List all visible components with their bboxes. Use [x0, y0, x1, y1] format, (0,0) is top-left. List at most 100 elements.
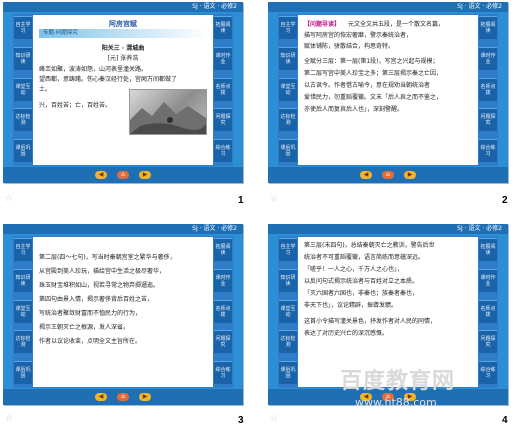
section-band: 专题·问题探究: [39, 29, 207, 38]
sidebar-button[interactable]: 课堂互动: [279, 299, 297, 323]
slide-thumbnail-1[interactable]: SJ · 语文 · 必修2 自主学习 知识研读 课堂互动 达标检测 课后巩固 拓…: [3, 2, 243, 183]
sidebar-button[interactable]: 自主学习: [14, 16, 32, 39]
text-line: 全赋分三层：第一层(第1段)，写宫之兴起与规模；: [304, 58, 439, 65]
next-button[interactable]: ▶: [139, 393, 151, 401]
sidebar-button[interactable]: 问题探究: [214, 330, 232, 354]
text-line: 亦使后人而复哀后人也」，深刻警醒。: [304, 106, 404, 113]
sidebar-button[interactable]: 自主学习: [279, 16, 297, 39]
star-icon[interactable]: ☆: [5, 194, 13, 204]
poem-line: 兴，百姓苦；亡，百姓苦。: [39, 102, 112, 109]
sidebar-button[interactable]: 课时作业: [479, 268, 497, 292]
watermark-brand: 百度教育网: [340, 369, 456, 394]
sidebar-button[interactable]: 名师点拨: [214, 299, 232, 323]
sidebar-button[interactable]: 综合练习: [479, 139, 497, 162]
sidebar-button[interactable]: 名师点拨: [479, 299, 497, 323]
sidebar-button[interactable]: 综合练习: [479, 361, 497, 384]
slide-title: 阿房宫赋: [109, 20, 137, 28]
text-line: 第二层写宫中美人珍宝之多；第三层揭示秦之亡因，: [304, 70, 443, 77]
text-line: 「嗟乎！一人之心，千万人之心也」，: [304, 266, 404, 273]
next-button[interactable]: ▶: [404, 171, 416, 179]
home-button[interactable]: ⌂: [117, 393, 129, 401]
section-tag: 【问题导读】: [304, 21, 341, 28]
sidebar-button[interactable]: 课后巩固: [279, 361, 297, 384]
star-icon[interactable]: ☆: [270, 414, 278, 424]
sidebar-button[interactable]: 课后巩固: [14, 361, 32, 384]
sidebar-button[interactable]: 拓展阅读: [214, 238, 232, 261]
home-button[interactable]: ⌂: [117, 171, 129, 179]
ink-painting-image: [129, 89, 207, 135]
slide-content: 【问题导读】 元文全文共五段，是一个散文名篇， 描写阿房宫的恢宏奢靡，警示秦统治…: [298, 15, 478, 165]
text-line: 表达了对历史兴亡的深沉感慨。: [304, 330, 389, 337]
home-button[interactable]: ⌂: [382, 171, 394, 179]
sidebar-button[interactable]: 课时作业: [479, 46, 497, 70]
poem-title: 阳关三 · 渭城曲: [101, 45, 145, 52]
sidebar-button[interactable]: 问题探究: [214, 108, 232, 132]
header-label: SJ · 语文 · 必修2: [192, 3, 237, 10]
sidebar-button[interactable]: 达标检测: [14, 108, 32, 132]
sidebar-button[interactable]: 问题探究: [479, 330, 497, 354]
sidebar-button[interactable]: 名师点拨: [479, 77, 497, 101]
text-line: 第二层(四～七句)，写当时秦朝宫室之繁华与奢侈，: [39, 254, 176, 261]
star-icon[interactable]: ☆: [270, 194, 278, 204]
text-line: 以反问句式揭示统治者与百姓对立之本质。: [304, 278, 419, 285]
sidebar-button[interactable]: 课时作业: [214, 268, 232, 292]
text-line: 第三层(末四句)，总结秦朝灭亡之教训，警告后世: [304, 242, 435, 249]
text-line: 揭示王朝灭亡之根源，发人深省。: [39, 324, 130, 331]
slide-header: SJ · 语文 · 必修2: [268, 224, 508, 234]
next-button[interactable]: ▶: [139, 171, 151, 179]
sidebar-button[interactable]: 课时作业: [214, 46, 232, 70]
slide-sidebar-left: 自主学习 知识研读 课堂互动 达标检测 课后巩固: [279, 16, 297, 162]
sidebar-button[interactable]: 课后巩固: [14, 139, 32, 162]
sidebar-button[interactable]: 达标检测: [279, 108, 297, 132]
sidebar-button[interactable]: 拓展阅读: [479, 238, 497, 261]
sidebar-button[interactable]: 课堂互动: [279, 77, 297, 101]
sidebar-button[interactable]: 名师点拨: [214, 77, 232, 101]
poem-line: 望西都，意踌躇。伤心秦汉经行处，宫阙万间都做了: [39, 76, 178, 83]
slide-footer: ◀ ⌂ ▶: [3, 167, 243, 183]
sidebar-button[interactable]: 达标检测: [279, 330, 297, 354]
slide-nav: ◀ ⌂ ▶: [95, 170, 151, 180]
sidebar-button[interactable]: 拓展阅读: [479, 16, 497, 39]
sidebar-button[interactable]: 问题探究: [479, 108, 497, 132]
slide-header: SJ · 语文 · 必修2: [3, 224, 243, 234]
text-line: 从宫殿到美人珍玩，描绘宫中生活之极尽奢华，: [39, 268, 166, 275]
prev-button[interactable]: ◀: [95, 171, 107, 179]
prev-button[interactable]: ◀: [95, 393, 107, 401]
text-line: 「灭六国者六国也，非秦也；族秦者秦也，: [304, 290, 419, 297]
slide-sidebar-right: 拓展阅读 课时作业 名师点拨 问题探究 综合练习: [214, 238, 232, 384]
sidebar-button[interactable]: 综合练习: [214, 139, 232, 162]
slide-nav: ◀ ⌂ ▶: [360, 170, 416, 180]
page-number: 2: [502, 195, 508, 206]
sidebar-button[interactable]: 知识研读: [14, 268, 32, 292]
sidebar-button[interactable]: 知识研读: [14, 46, 32, 70]
sidebar-button[interactable]: 知识研读: [279, 46, 297, 70]
text-line: 描写阿房宫的恢宏奢靡，警示秦统治者，: [304, 32, 413, 39]
slide-sidebar-left: 自主学习 知识研读 课堂互动 达标检测 课后巩固: [279, 238, 297, 384]
sidebar-button[interactable]: 知识研读: [279, 268, 297, 292]
prev-button[interactable]: ◀: [360, 171, 372, 179]
slide-sidebar-right: 拓展阅读 课时作业 名师点拨 问题探究 综合练习: [214, 16, 232, 162]
sidebar-button[interactable]: 课后巩固: [279, 139, 297, 162]
slide-thumbnail-2[interactable]: SJ · 语文 · 必修2 自主学习 知识研读 课堂互动 达标检测 课后巩固 拓…: [268, 2, 508, 183]
slide-sidebar-left: 自主学习 知识研读 课堂互动 达标检测 课后巩固: [14, 16, 32, 162]
sidebar-button[interactable]: 拓展阅读: [214, 16, 232, 39]
sidebar-button[interactable]: 自主学习: [14, 238, 32, 261]
sidebar-button[interactable]: 课堂互动: [14, 299, 32, 323]
sidebar-button[interactable]: 综合练习: [214, 361, 232, 384]
slide-thumbnail-3[interactable]: SJ · 语文 · 必修2 自主学习 知识研读 课堂互动 达标检测 课后巩固 拓…: [3, 224, 243, 405]
landscape-illustration: [130, 102, 206, 134]
text-line: 写统治者聚敛财富而不恤民力的行为，: [39, 310, 142, 317]
sidebar-button[interactable]: 自主学习: [279, 238, 297, 261]
slide-sidebar-right: 拓展阅读 课时作业 名师点拨 问题探究 综合练习: [479, 238, 497, 384]
text-line: 以古讽今。作者借古喻今，意在规劝当朝统治者: [304, 82, 431, 89]
slide-sidebar-right: 拓展阅读 课时作业 名师点拨 问题探究 综合练习: [479, 16, 497, 162]
text-line: 爱惜民力，勿重蹈覆辙。文末「后人哀之而不鉴之，: [304, 94, 443, 101]
star-icon[interactable]: ☆: [5, 414, 13, 424]
page-number: 4: [502, 415, 508, 426]
slide-header: SJ · 语文 · 必修2: [3, 2, 243, 12]
slide-footer: ◀ ⌂ ▶: [268, 167, 508, 183]
text-line: 珠玉财宝堆积如山，视若寻常之物弃掷逦迤。: [39, 282, 160, 289]
sidebar-button[interactable]: 达标检测: [14, 330, 32, 354]
sidebar-button[interactable]: 课堂互动: [14, 77, 32, 101]
text-line: 作者以议论收束，点明全文主旨所在。: [39, 338, 142, 345]
